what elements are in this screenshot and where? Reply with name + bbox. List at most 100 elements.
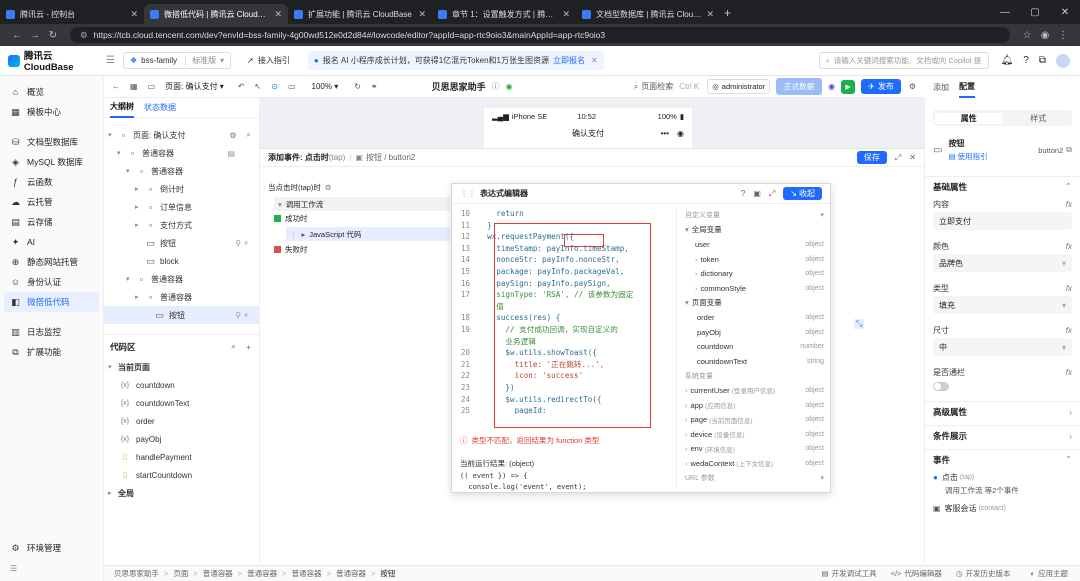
sidebar-item[interactable]: ƒ 云函数 bbox=[0, 172, 103, 192]
layout-toggle-icon[interactable]: ▣ bbox=[753, 189, 761, 198]
variable-item[interactable]: › token object bbox=[677, 252, 830, 267]
tab-close-icon[interactable]: ✕ bbox=[418, 9, 426, 20]
settings-icon[interactable]: ⚙ bbox=[325, 183, 332, 192]
browser-menu-icon[interactable]: ⋮ bbox=[1054, 30, 1072, 41]
browser-tab[interactable]: 腾讯云 - 控制台 ✕ bbox=[0, 4, 144, 24]
sidebar-item[interactable]: ▦ 模板中心 bbox=[0, 102, 103, 122]
language-icon[interactable]: ⧉ bbox=[1039, 55, 1046, 66]
cursor-icon[interactable]: ↖ bbox=[255, 82, 262, 91]
js-code-node[interactable]: ⋮ ▸ JavaScript 代码 bbox=[286, 227, 450, 241]
code-item[interactable]: {x} order bbox=[104, 412, 259, 430]
flow-node[interactable]: ▾ 调用工作流 bbox=[274, 197, 450, 211]
tree-node[interactable]: ▸ ▫ 支付方式 bbox=[104, 216, 259, 234]
variable-item[interactable]: › wedaContext (上下文信息) object bbox=[677, 456, 830, 471]
global-vars-group[interactable]: ▾ 全局变量 bbox=[677, 223, 830, 238]
reload-icon[interactable]: ↻ bbox=[44, 30, 62, 41]
back-icon[interactable]: ← bbox=[8, 30, 26, 41]
sidebar-item[interactable]: ⌂ 概览 bbox=[0, 82, 103, 102]
code-editor-link[interactable]: 代码编辑器 bbox=[904, 568, 942, 579]
window-minimize-icon[interactable]: — bbox=[990, 7, 1020, 18]
custom-var-header[interactable]: 自定义变量 ▾ bbox=[677, 208, 830, 223]
zoom-selector[interactable]: 100% ▾ bbox=[312, 82, 339, 91]
size-select[interactable]: 中 ▾ bbox=[933, 338, 1072, 356]
publish-env-button[interactable]: 正式数据 bbox=[776, 78, 823, 95]
code-item[interactable]: {x} countdown bbox=[104, 376, 259, 394]
add-icon[interactable]: + bbox=[246, 342, 251, 352]
drag-handle-icon[interactable]: ⋮⋮ bbox=[460, 189, 476, 198]
fx-icon[interactable]: fx bbox=[1066, 242, 1072, 251]
collapse-button[interactable]: ↘ 收起 bbox=[783, 187, 822, 200]
variable-item[interactable]: › commonStyle object bbox=[677, 281, 830, 296]
url-input[interactable]: ⚙ https://tcb.cloud.tencent.com/dev?envI… bbox=[70, 27, 1010, 43]
tab-close-icon[interactable]: ✕ bbox=[130, 9, 138, 20]
variable-item[interactable]: › dictionary object bbox=[677, 266, 830, 281]
breadcrumb-item[interactable]: 页面 bbox=[173, 568, 188, 579]
profile-icon[interactable]: ◉ bbox=[1036, 30, 1054, 41]
code-item[interactable]: ▯ handlePayment bbox=[104, 448, 259, 466]
sidebar-item[interactable]: ◧ 微搭低代码 bbox=[4, 292, 99, 312]
advanced-props-header[interactable]: 高级属性 › bbox=[925, 401, 1080, 421]
event-item-contact[interactable]: ▣ 客服会话 (contact) bbox=[925, 500, 1080, 516]
search-icon[interactable]: ⌕ bbox=[231, 341, 236, 352]
tab-config[interactable]: 配置 bbox=[959, 77, 975, 98]
tree-node[interactable]: ▾ ▫ 普通容器 bbox=[104, 270, 259, 288]
code-item[interactable]: ▯ startCountdown bbox=[104, 466, 259, 484]
code-item[interactable]: {x} payObj bbox=[104, 430, 259, 448]
bookmark-star-icon[interactable]: ☆ bbox=[1018, 30, 1036, 41]
site-info-icon[interactable]: ⚙ bbox=[80, 30, 88, 41]
sidebar-item[interactable]: ▤ 云存储 bbox=[0, 212, 103, 232]
history-link[interactable]: 开发历史版本 bbox=[965, 568, 1010, 579]
sidebar-item[interactable]: ◈ MySQL 数据库 bbox=[0, 152, 103, 172]
code-item[interactable]: {x} countdownText bbox=[104, 394, 259, 412]
tree-node[interactable]: ▭ block bbox=[104, 252, 259, 270]
url-params-group[interactable]: URL 参数 ▾ bbox=[677, 471, 830, 486]
variable-item[interactable]: › app (应用信息) object bbox=[677, 398, 830, 413]
tree-node[interactable]: ▸ ▫ 倒计时 bbox=[104, 180, 259, 198]
brand-logo[interactable]: 腾讯云 CloudBase bbox=[0, 48, 104, 73]
exit-editor-icon[interactable]: ← bbox=[112, 82, 120, 91]
block-toggle[interactable] bbox=[933, 382, 949, 391]
sidebar-item[interactable]: ⛁ 文档型数据库 bbox=[0, 132, 103, 152]
settings-icon[interactable]: ⚙ bbox=[909, 82, 916, 91]
events-header[interactable]: 事件 ⌃ bbox=[925, 449, 1080, 469]
drag-handle-icon[interactable]: ⋮ bbox=[290, 230, 298, 239]
copy-icon[interactable]: ⧉ bbox=[1066, 145, 1072, 155]
link-icon[interactable]: ⚭ bbox=[371, 82, 378, 91]
variable-item[interactable]: › device (设备信息) object bbox=[677, 427, 830, 442]
help-icon[interactable]: ? bbox=[741, 189, 745, 198]
subtab-props[interactable]: 属性 bbox=[935, 112, 1003, 124]
variable-item[interactable]: › currentUser (登录用户信息) object bbox=[677, 383, 830, 398]
fx-icon[interactable]: fx bbox=[1066, 368, 1072, 377]
page-selector[interactable]: 页面: 确认支付 ▾ bbox=[165, 81, 224, 92]
sidebar-item[interactable]: ☺ 身份认证 bbox=[0, 272, 103, 292]
pc-view-icon[interactable]: ▭ bbox=[288, 82, 296, 91]
new-tab-icon[interactable]: + bbox=[724, 6, 731, 20]
bell-icon[interactable]: 🔔︎ bbox=[1001, 55, 1014, 66]
info-icon[interactable]: ⓘ bbox=[492, 81, 500, 92]
tree-node[interactable]: ▭ 按钮 ⚲ ⚡ bbox=[104, 234, 259, 252]
fullscreen-icon[interactable]: ⤢ bbox=[895, 153, 901, 163]
subtab-style[interactable]: 样式 bbox=[1005, 113, 1073, 124]
variable-item[interactable]: user object bbox=[677, 237, 830, 252]
tree-node[interactable]: ▾ ▫ 普通容器 bbox=[104, 162, 259, 180]
layout-icon[interactable]: ▦ bbox=[130, 82, 138, 91]
collapse-icon[interactable]: ☰ bbox=[106, 55, 115, 66]
variable-item[interactable]: › env (环境信息) object bbox=[677, 442, 830, 457]
variable-item[interactable]: countdownText string bbox=[677, 354, 830, 369]
tab-close-icon[interactable]: ✕ bbox=[274, 9, 282, 20]
forward-icon[interactable]: → bbox=[26, 30, 44, 41]
preview-icon[interactable]: ◉ bbox=[828, 82, 835, 91]
publish-button[interactable]: ✈ 发布 bbox=[861, 79, 901, 94]
event-item-tap[interactable]: ● 点击 (tap) bbox=[925, 469, 1080, 485]
breadcrumb-item[interactable]: 普通容器 bbox=[203, 568, 233, 579]
condition-header[interactable]: 条件展示 › bbox=[925, 425, 1080, 445]
tab-outline[interactable]: 大纲树 bbox=[110, 97, 134, 118]
variable-item[interactable]: payObj object bbox=[677, 325, 830, 340]
sync-icon[interactable]: ◉ bbox=[506, 82, 513, 91]
global-group[interactable]: ▸ 全局 bbox=[104, 484, 259, 502]
settings-icon[interactable]: ⚙ bbox=[229, 131, 236, 140]
variable-item[interactable]: countdown number bbox=[677, 339, 830, 354]
window-maximize-icon[interactable]: ▢ bbox=[1020, 7, 1050, 18]
tab-state[interactable]: 状态数据 bbox=[144, 102, 176, 113]
search-icon[interactable]: ⌕ bbox=[247, 130, 251, 140]
